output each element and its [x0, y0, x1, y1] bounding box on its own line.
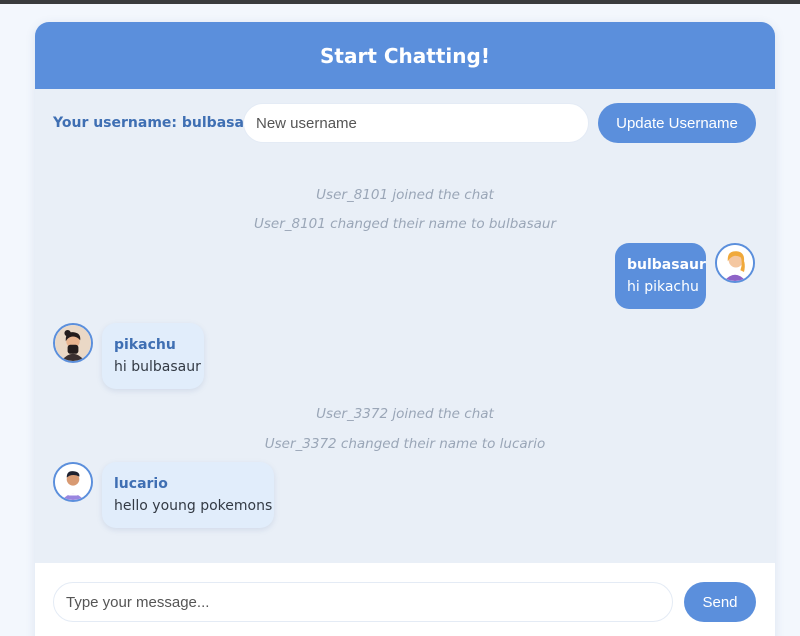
received-message-bubble: pikachu hi bulbasaur [102, 323, 204, 389]
message-composer: Send [35, 563, 775, 636]
username-bar: Your username: bulbasaur Update Username [35, 102, 775, 144]
avatar-dark-haired-woman-icon [53, 323, 93, 363]
avatar-man-striped-shirt-icon [53, 462, 93, 502]
message-input[interactable] [53, 582, 673, 622]
message-author: bulbasaur [627, 257, 706, 273]
send-button[interactable]: Send [684, 582, 756, 622]
system-message: User_8101 changed their name to bulbasau… [253, 216, 556, 232]
chat-card: Start Chatting! Your username: bulbasaur… [35, 22, 775, 636]
message-text: hi bulbasaur [114, 359, 201, 375]
chat-header: Start Chatting! [35, 22, 775, 89]
own-message-bubble: bulbasaur hi pikachu [615, 243, 706, 309]
system-message: User_8101 joined the chat [316, 187, 494, 203]
chat-title: Start Chatting! [320, 43, 490, 68]
avatar-blonde-woman-icon [715, 243, 755, 283]
message-text: hello young pokemons [114, 498, 273, 514]
received-message-bubble: lucario hello young pokemons [102, 462, 274, 528]
new-username-input[interactable] [243, 103, 589, 143]
message-author: lucario [114, 476, 168, 492]
window-top-border [0, 0, 800, 4]
message-text: hi pikachu [627, 279, 699, 295]
system-message: User_3372 changed their name to lucario [264, 436, 546, 452]
system-message: User_3372 joined the chat [316, 406, 494, 422]
message-author: pikachu [114, 337, 176, 353]
update-username-button[interactable]: Update Username [598, 103, 756, 143]
current-username-label: Your username: bulbasaur [53, 115, 261, 131]
